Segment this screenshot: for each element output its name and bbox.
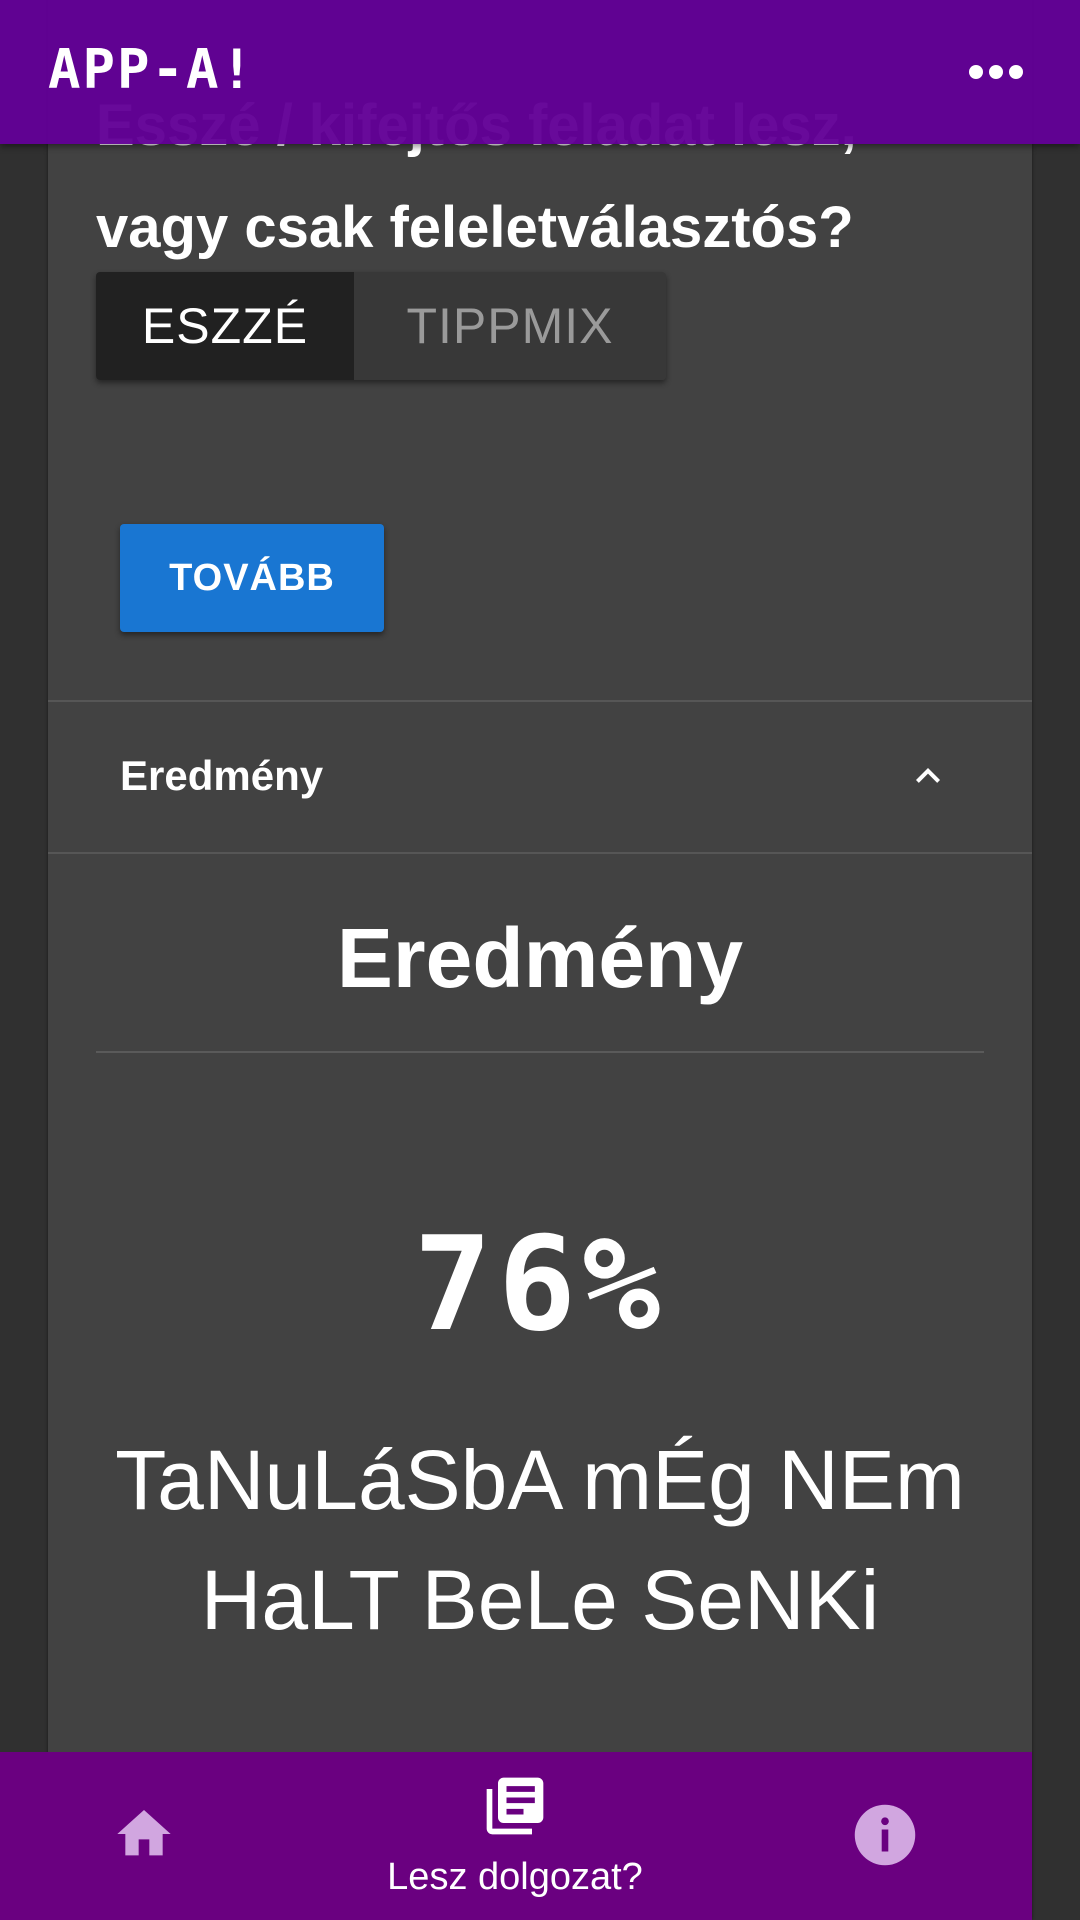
result-panel-header[interactable]: Eredmény <box>48 702 1032 852</box>
nav-item-exam-label: Lesz dolgozat? <box>387 1856 643 1898</box>
home-icon <box>117 1810 171 1856</box>
nav-item-info[interactable] <box>806 1752 966 1920</box>
app-title: APP-A! <box>48 38 256 101</box>
app-bar: APP-A! <box>0 0 1080 144</box>
toggle-multiple-choice[interactable]: TIPPMIX <box>354 272 666 380</box>
result-panel-header-label: Eredmény <box>120 752 324 799</box>
result-percent: 76% <box>413 1208 667 1360</box>
answer-type-toggle-group: ESZZÉ TIPPMIX <box>96 272 666 380</box>
divider <box>48 852 1032 854</box>
chevron-up-icon[interactable] <box>904 752 952 800</box>
result-title-divider <box>96 1051 984 1053</box>
nav-item-exam[interactable]: Lesz dolgozat? <box>340 1752 690 1920</box>
library-books-icon <box>486 1777 544 1835</box>
info-icon <box>854 1804 916 1866</box>
next-button[interactable]: TOVÁBB <box>120 524 384 632</box>
nav-item-home[interactable] <box>64 1752 224 1920</box>
toggle-essay[interactable]: ESZZÉ <box>96 272 354 380</box>
content-card: Esszé / kifejtős feladat lesz, vagy csak… <box>48 0 1032 1920</box>
result-title: Eredmény <box>336 911 744 1005</box>
more-horiz-icon[interactable] <box>968 60 1024 84</box>
result-message: TaNuLáSbA mÉg NEm HaLT BeLe SeNKi <box>115 1433 965 1647</box>
bottom-navigation: Lesz dolgozat? <box>0 1752 1032 1920</box>
